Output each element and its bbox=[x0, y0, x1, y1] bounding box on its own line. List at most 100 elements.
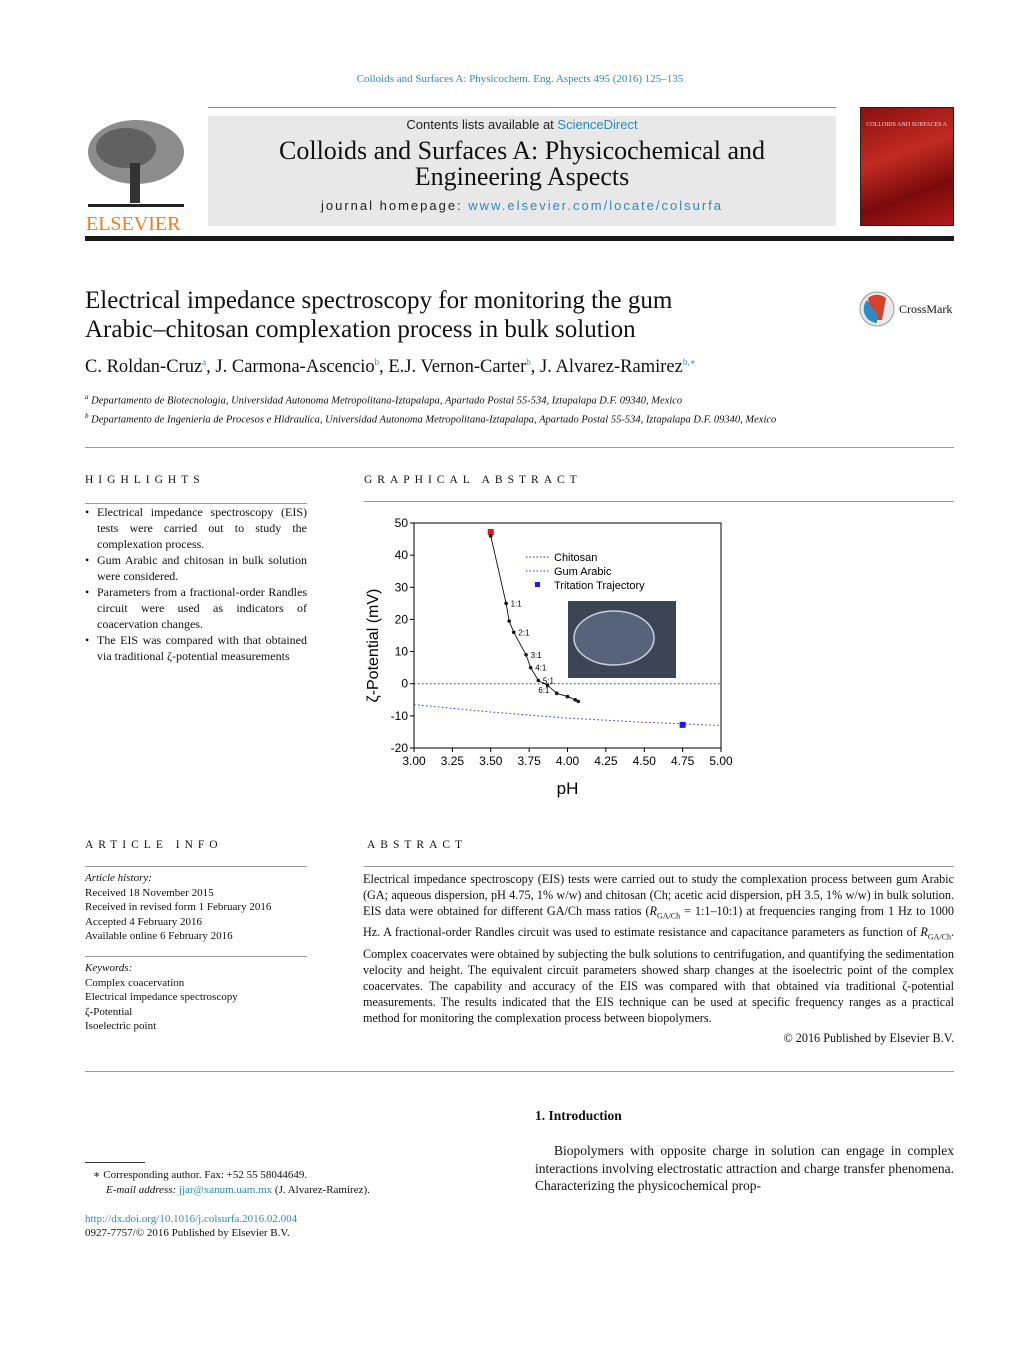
ratio-label: 3:1 bbox=[531, 651, 543, 660]
x-tick-label: 4.00 bbox=[556, 754, 580, 768]
crossmark-label: CrossMark bbox=[899, 301, 953, 316]
crossmark-button[interactable]: CrossMark bbox=[858, 290, 952, 328]
affiliation-b: b Departamento de Ingenieria de Procesos… bbox=[85, 411, 777, 426]
ratio-label: 2:1 bbox=[518, 628, 530, 637]
marker-point bbox=[679, 721, 686, 728]
keywords-label: Keywords: bbox=[85, 962, 133, 974]
abstract-copyright: © 2016 Published by Elsevier B.V. bbox=[783, 1031, 954, 1045]
data-point bbox=[488, 534, 493, 538]
divider bbox=[364, 501, 954, 502]
affiliation-a: a Departamento de Biotecnologia, Univers… bbox=[85, 393, 683, 407]
x-tick-label: 3.50 bbox=[479, 754, 503, 768]
article-info-heading: ARTICLE INFO bbox=[85, 839, 223, 851]
divider bbox=[85, 956, 307, 957]
legend-label: Chitosan bbox=[554, 552, 597, 564]
journal-title-line1: Colloids and Surfaces A: Physicochemical… bbox=[279, 136, 765, 165]
data-point bbox=[573, 697, 577, 702]
ratio-label: 6:1 bbox=[538, 686, 550, 695]
data-point bbox=[528, 665, 533, 670]
issn-copyright: 0927-7757/© 2016 Published by Elsevier B… bbox=[85, 1227, 290, 1239]
zeta-potential-chart: 3.00 3.25 3.50 3.75 4.00 4.25 4.50 4.75 5.00 50 40… bbox=[365, 516, 733, 798]
y-axis-label: ζ-Potential (mV) bbox=[365, 589, 382, 703]
divider bbox=[364, 866, 954, 867]
legend-label: Tritation Trajectory bbox=[554, 580, 645, 592]
article-history: Article history: Received 18 November 20… bbox=[85, 871, 271, 944]
highlight-item: Electrical impedance spectroscopy (EIS) … bbox=[85, 504, 307, 552]
journal-title: Colloids and Surfaces A: Physicochemical… bbox=[208, 138, 836, 190]
journal-masthead: Contents lists available at ScienceDirec… bbox=[208, 116, 836, 226]
x-tick-label: 3.75 bbox=[517, 754, 541, 768]
divider bbox=[85, 1071, 954, 1072]
x-tick-label: 4.50 bbox=[633, 754, 657, 768]
data-point bbox=[524, 652, 528, 657]
abstract-text: Electrical impedance spectroscopy (EIS) … bbox=[363, 872, 954, 1025]
affiliations: a Departamento de Biotecnologia, Univers… bbox=[85, 390, 845, 427]
keyword: ζ-Potential bbox=[85, 1005, 133, 1018]
keyword: Isoelectric point bbox=[85, 1020, 157, 1032]
y-tick-label: 30 bbox=[395, 580, 409, 594]
author[interactable]: J. Carmona-Ascenciob, bbox=[215, 357, 388, 377]
article-title-line1: Electrical impedance spectroscopy for mo… bbox=[85, 287, 673, 314]
elsevier-wordmark: ELSEVIER bbox=[86, 213, 181, 235]
highlights-list: Electrical impedance spectroscopy (EIS) … bbox=[85, 504, 307, 664]
journal-title-line2: Engineering Aspects bbox=[414, 162, 630, 191]
ratio-label: 1:1 bbox=[511, 599, 523, 608]
highlight-item: Gum Arabic and chitosan in bulk solution… bbox=[85, 552, 307, 584]
divider bbox=[85, 866, 307, 867]
data-point bbox=[554, 691, 559, 696]
sciencedirect-link[interactable]: ScienceDirect bbox=[557, 117, 637, 132]
x-axis-label: pH bbox=[557, 779, 579, 798]
elsevier-logo: ELSEVIER bbox=[86, 118, 186, 235]
masthead-thick-rule bbox=[85, 236, 954, 241]
introduction-heading: 1. Introduction bbox=[535, 1108, 622, 1123]
y-tick-label: 10 bbox=[395, 645, 409, 659]
author[interactable]: C. Roldan-Cruza, bbox=[85, 357, 215, 377]
keyword: Complex coacervation bbox=[85, 976, 185, 989]
history-item: Received in revised form 1 February 2016 bbox=[85, 901, 272, 913]
journal-citation-link[interactable]: Colloids and Surfaces A: Physicochem. En… bbox=[0, 73, 1020, 85]
graphical-abstract-heading: GRAPHICAL ABSTRACT bbox=[364, 474, 582, 486]
homepage-label: journal homepage: bbox=[320, 198, 469, 213]
email-link[interactable]: jjar@xanum.uam.mx bbox=[179, 1184, 272, 1196]
data-point bbox=[511, 630, 516, 635]
footnote-rule bbox=[85, 1162, 145, 1163]
y-tick-label: -20 bbox=[391, 741, 409, 755]
x-tick-label: 4.25 bbox=[594, 754, 618, 768]
data-point bbox=[536, 678, 541, 683]
article-title-line2: Arabic–chitosan complexation process in … bbox=[85, 316, 636, 343]
data-point bbox=[507, 619, 511, 623]
highlight-item: The EIS was compared with that obtained … bbox=[85, 632, 307, 664]
history-item: Available online 6 February 2016 bbox=[85, 930, 233, 942]
data-point bbox=[504, 601, 508, 606]
x-tick-label: 4.75 bbox=[671, 754, 695, 768]
history-item: Received 18 November 2015 bbox=[85, 886, 214, 899]
data-point bbox=[576, 699, 581, 704]
crossmark-icon bbox=[859, 291, 895, 327]
history-item: Accepted 4 February 2016 bbox=[85, 915, 202, 928]
legend-label: Gum Arabic bbox=[554, 566, 612, 578]
abstract-heading: ABSTRACT bbox=[367, 839, 468, 851]
cover-title: COLLOIDS AND SURFACES A bbox=[866, 122, 947, 128]
divider bbox=[85, 447, 954, 448]
data-point bbox=[565, 694, 570, 699]
author[interactable]: J. Alvarez-Ramirezb,∗ bbox=[540, 357, 696, 377]
coacervate-droplet bbox=[573, 610, 655, 666]
ratio-label: 5:1 bbox=[543, 677, 555, 686]
introduction-text: Biopolymers with opposite charge in solu… bbox=[535, 1143, 954, 1193]
highlight-item: Parameters from a fractional-order Randl… bbox=[85, 584, 307, 632]
x-tick-label: 3.25 bbox=[441, 754, 465, 768]
doi-link[interactable]: http://dx.doi.org/10.1016/j.colsurfa.201… bbox=[85, 1212, 297, 1227]
legend-swatch bbox=[535, 582, 540, 587]
y-tick-label: -10 bbox=[391, 709, 409, 723]
y-tick-label: 20 bbox=[395, 612, 409, 626]
article-title: Electrical impedance spectroscopy for mo… bbox=[85, 286, 672, 344]
history-label: Article history: bbox=[85, 872, 152, 884]
x-tick-label: 5.00 bbox=[709, 754, 733, 768]
y-tick-label: 50 bbox=[395, 516, 409, 530]
contents-label: Contents lists available at bbox=[406, 117, 558, 132]
header-rule bbox=[208, 107, 836, 108]
author[interactable]: E.J. Vernon-Carterb, bbox=[388, 357, 540, 377]
elsevier-tree-icon bbox=[86, 118, 186, 210]
keyword: Electrical impedance spectroscopy bbox=[85, 991, 238, 1003]
homepage-link[interactable]: www.elsevier.com/locate/colsurfa bbox=[468, 198, 723, 213]
